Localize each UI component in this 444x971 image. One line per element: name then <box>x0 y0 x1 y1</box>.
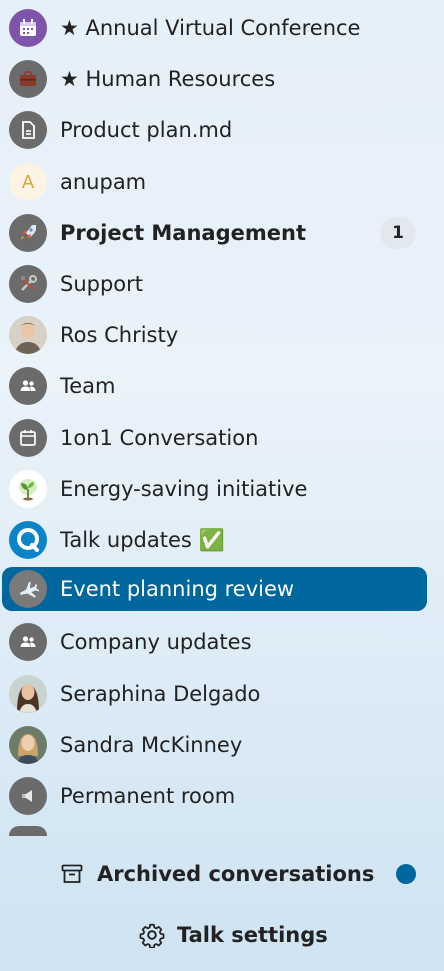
conversation-item[interactable]: Support <box>2 262 427 306</box>
archive-icon <box>60 862 84 886</box>
conversation-item-active[interactable]: Event planning review <box>2 567 427 611</box>
conversation-item[interactable]: Energy-saving initiative <box>2 467 427 511</box>
airplane-icon <box>9 570 47 608</box>
conversation-item[interactable]: Seraphina Delgado <box>2 672 427 716</box>
talk-logo-icon <box>9 521 47 559</box>
conversation-name: Talk updates ✅ <box>60 527 225 552</box>
initial-avatar: A <box>9 163 47 201</box>
talk-settings-label: Talk settings <box>177 923 328 947</box>
conversation-name: Seraphina Delgado <box>60 682 261 706</box>
unread-badge: 1 <box>380 217 416 249</box>
tools-icon <box>9 265 47 303</box>
briefcase-icon <box>9 60 47 98</box>
conversation-name: Ros Christy <box>60 323 179 347</box>
conversation-name: Team <box>60 374 116 398</box>
conversation-item[interactable]: Ros Christy <box>2 313 427 357</box>
conversation-name: Permanent room <box>60 784 236 808</box>
group-icon <box>9 367 47 405</box>
conversation-name: Project Management <box>60 221 306 245</box>
conversation-item[interactable]: A anupam <box>2 160 427 204</box>
conversation-name: Energy-saving initiative <box>60 477 308 501</box>
conversation-item[interactable]: ★ Annual Virtual Conference <box>2 6 427 50</box>
conversation-item[interactable]: Project Management 1 <box>2 211 427 255</box>
conversation-name: Company updates <box>60 630 252 654</box>
archived-conversations-button[interactable]: Archived conversations <box>60 857 417 891</box>
archived-conversations-label: Archived conversations <box>97 862 375 886</box>
group-icon <box>9 623 47 661</box>
conversation-name: Sandra McKinney <box>60 733 243 757</box>
user-photo-avatar <box>9 316 47 354</box>
user-photo-avatar <box>9 726 47 764</box>
conversation-item[interactable]: Talk updates ✅ <box>2 518 427 562</box>
conversation-name: anupam <box>60 170 147 194</box>
conversation-item[interactable]: Permanent room <box>2 774 427 818</box>
conversation-item[interactable]: Company updates <box>2 620 427 664</box>
document-icon <box>9 111 47 149</box>
conversation-name: ★ Human Resources <box>60 67 276 91</box>
unread-indicator-dot <box>396 864 417 884</box>
partially-hidden-avatar <box>9 826 47 836</box>
conversation-item[interactable]: Product plan.md <box>2 108 427 152</box>
conversation-item[interactable]: ★ Human Resources <box>2 57 427 101</box>
conversation-item[interactable]: Sandra McKinney <box>2 723 427 767</box>
conversation-item[interactable]: Team <box>2 364 427 408</box>
conversation-name: 1on1 Conversation <box>60 426 259 450</box>
conversation-name: Support <box>60 272 144 296</box>
conversation-name: Product plan.md <box>60 118 233 142</box>
plant-icon <box>9 470 47 508</box>
talk-settings-button[interactable]: Talk settings <box>139 918 328 952</box>
conversation-item[interactable]: 1on1 Conversation <box>2 416 427 460</box>
conversation-name: ★ Annual Virtual Conference <box>60 16 361 40</box>
megaphone-icon <box>9 777 47 815</box>
calendar-icon <box>9 419 47 457</box>
calendar-event-icon <box>9 9 47 47</box>
user-photo-avatar <box>9 675 47 713</box>
gear-icon <box>139 922 165 948</box>
rocket-icon <box>9 214 47 252</box>
conversation-name: Event planning review <box>60 577 295 601</box>
